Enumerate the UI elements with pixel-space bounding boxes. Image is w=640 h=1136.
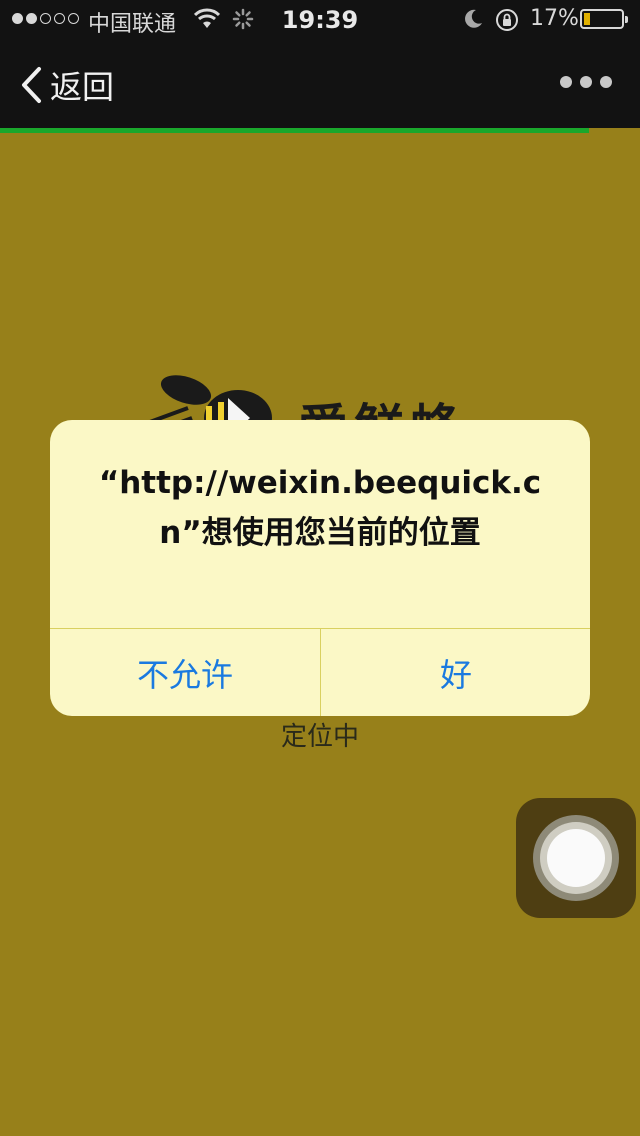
do-not-disturb-icon [462,8,484,36]
battery-icon [580,9,628,29]
allow-button[interactable]: 好 [321,629,590,716]
rotation-lock-icon [494,7,520,39]
more-dots-icon [560,76,572,88]
battery-percent: 17% [530,6,579,31]
assistive-touch-button[interactable] [516,798,636,918]
chevron-left-icon [22,67,41,103]
more-options-button[interactable] [560,76,612,88]
back-label: 返回 [50,68,115,106]
locating-status: 定位中 [280,722,359,752]
deny-button[interactable]: 不允许 [50,629,320,716]
page-load-progress [0,128,589,133]
nav-bar: 返回 [0,40,640,128]
location-permission-alert: “http://weixin.beequick.cn”想使用您当前的位置 不允许… [50,420,590,716]
back-button[interactable]: 返回 [20,62,114,108]
top-bar: 中国联通 19:39 17% 返回 [0,0,640,128]
alert-message: “http://weixin.beequick.cn”想使用您当前的位置 [98,465,542,551]
status-bar: 中国联通 19:39 17% [0,0,640,40]
